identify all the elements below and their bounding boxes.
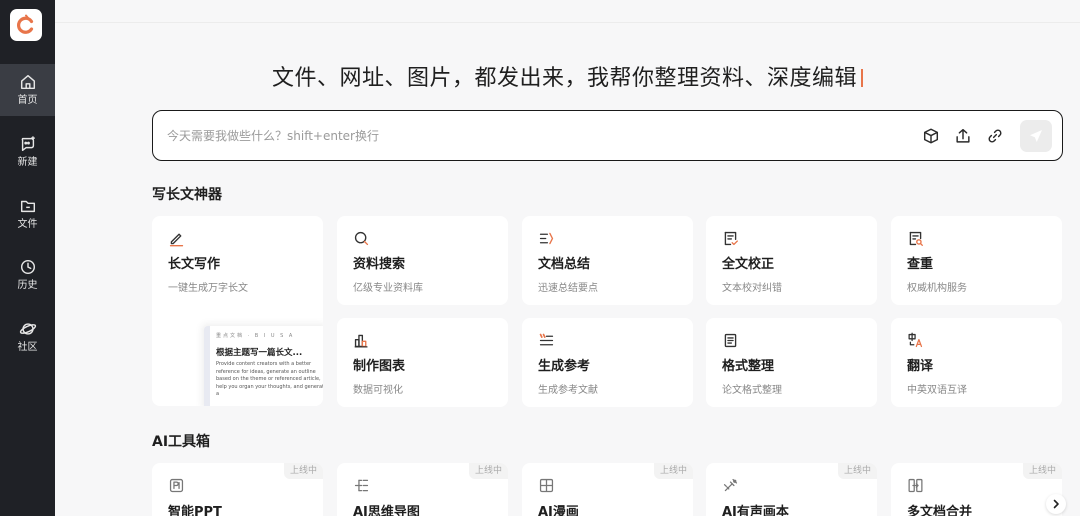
- app-logo[interactable]: [10, 9, 42, 41]
- send-button[interactable]: [1020, 120, 1052, 152]
- card-title: AI思维导图: [353, 505, 420, 516]
- card-doc-summary[interactable]: 文档总结 迅速总结要点: [522, 216, 693, 305]
- status-badge: 上线中: [837, 463, 877, 479]
- card-desc: 论文格式整理: [722, 385, 782, 396]
- tool-card-doc-merge[interactable]: 上线中 多文档合并: [891, 463, 1062, 516]
- card-title: 智能PPT: [168, 505, 222, 516]
- card-desc: 数据可视化: [353, 385, 403, 396]
- status-badge: 上线中: [468, 463, 508, 479]
- status-badge: 上线中: [653, 463, 693, 479]
- sidebar-item-new[interactable]: 新建: [0, 126, 55, 178]
- card-make-chart[interactable]: 制作图表 数据可视化: [337, 318, 508, 407]
- sidebar-item-label: 首页: [17, 95, 38, 106]
- sidebar-item-community[interactable]: 社区: [0, 311, 55, 363]
- card-translate[interactable]: 翻译 中英双语互译: [891, 318, 1062, 407]
- card-desc: 权威机构服务: [907, 283, 967, 294]
- writing-preview: 重点文档 · B I U S A 根据主题写一篇长文... Provide co…: [204, 326, 323, 406]
- status-badge: 上线中: [1022, 463, 1062, 479]
- card-title: 长文写作: [168, 257, 221, 272]
- plagiarism-check-icon: [909, 231, 923, 246]
- card-title: AI漫画: [538, 505, 579, 516]
- search-icon: [354, 231, 369, 246]
- planet-icon: [19, 323, 36, 335]
- section-title-writing: 写长文神器: [152, 187, 222, 203]
- page-headline: 文件、网址、图片，都发出来，我帮你整理资料、深度编辑: [55, 60, 1080, 92]
- format-icon: [724, 333, 737, 348]
- mindmap-icon: [354, 479, 369, 492]
- card-gen-reference[interactable]: 生成参考 生成参考文献: [522, 318, 693, 407]
- card-desc: 一键生成万字长文: [168, 283, 248, 294]
- tool-card-smart-ppt[interactable]: 上线中 智能PPT: [152, 463, 323, 516]
- folder-icon: [20, 200, 35, 213]
- sidebar-item-history[interactable]: 历史: [0, 249, 55, 301]
- card-title: 全文校正: [722, 257, 775, 272]
- reference-icon: [539, 333, 554, 346]
- tool-card-ai-comic[interactable]: 上线中 AI漫画: [522, 463, 693, 516]
- sidebar-item-label: 文件: [17, 219, 38, 230]
- card-desc: 亿级专业资料库: [353, 283, 423, 294]
- cube-icon[interactable]: [922, 127, 940, 145]
- sidebar-item-label: 新建: [17, 157, 38, 168]
- chevron-right-icon: [1053, 499, 1059, 509]
- link-icon[interactable]: [986, 127, 1004, 145]
- card-desc: 生成参考文献: [538, 385, 598, 396]
- home-icon: [20, 74, 35, 90]
- card-title: 资料搜索: [353, 257, 406, 272]
- card-desc: 迅速总结要点: [538, 283, 598, 294]
- card-format-tidy[interactable]: 格式整理 论文格式整理: [706, 318, 877, 407]
- card-title: 多文档合并: [907, 505, 973, 516]
- sidebar: 首页 新建 文件 历史 社区: [0, 0, 55, 516]
- scroll-right-button[interactable]: [1046, 494, 1066, 514]
- send-icon: [1030, 130, 1042, 142]
- preview-toolbar: 重点文档 · B I U S A: [216, 333, 295, 339]
- tool-card-audiobook[interactable]: 上线中 AI有声画本: [706, 463, 877, 516]
- clock-icon: [20, 259, 35, 275]
- proofread-icon: [724, 231, 738, 246]
- card-title: AI有声画本: [722, 505, 789, 516]
- card-title: 查重: [907, 257, 934, 272]
- card-material-search[interactable]: 资料搜索 亿级专业资料库: [337, 216, 508, 305]
- ppt-icon: [169, 478, 184, 493]
- comic-icon: [539, 478, 554, 493]
- card-title: 格式整理: [722, 359, 775, 374]
- sidebar-item-home[interactable]: 首页: [0, 64, 55, 116]
- card-title: 文档总结: [538, 257, 591, 272]
- prompt-box: [152, 110, 1063, 161]
- sidebar-item-files[interactable]: 文件: [0, 188, 55, 240]
- chart-icon: [354, 334, 368, 348]
- status-badge: 上线中: [283, 463, 323, 479]
- card-full-proofread[interactable]: 全文校正 文本校对纠错: [706, 216, 877, 305]
- audiobook-icon: [723, 478, 738, 492]
- prompt-input[interactable]: [167, 125, 867, 147]
- card-desc: 文本校对纠错: [722, 283, 782, 294]
- card-plagiarism-check[interactable]: 查重 权威机构服务: [891, 216, 1062, 305]
- card-title: 翻译: [907, 359, 934, 374]
- preview-title: 根据主题写一篇长文...: [216, 348, 303, 358]
- headline-text: 文件、网址、图片，都发出来，我帮你整理资料、深度编辑: [271, 66, 857, 91]
- tool-card-mindmap[interactable]: 上线中 AI思维导图: [337, 463, 508, 516]
- upload-icon[interactable]: [954, 127, 972, 145]
- header-divider: [55, 22, 1080, 23]
- card-long-writing[interactable]: 长文写作 一键生成万字长文 重点文档 · B I U S A 根据主题写一篇长文…: [152, 216, 323, 406]
- pen-icon: [169, 233, 184, 247]
- logo-c-icon: [17, 14, 34, 34]
- typing-caret: [861, 69, 863, 87]
- summary-icon: [539, 232, 554, 245]
- preview-body: Provide content creators with a better r…: [216, 361, 323, 397]
- section-title-toolbox: AI工具箱: [152, 434, 211, 450]
- merge-icon: [908, 478, 923, 493]
- sidebar-item-label: 社区: [17, 342, 38, 353]
- card-title: 制作图表: [353, 359, 406, 374]
- card-title: 生成参考: [538, 359, 591, 374]
- new-chat-icon: [21, 136, 35, 152]
- sidebar-item-label: 历史: [17, 280, 38, 291]
- card-desc: 中英双语互译: [907, 385, 967, 396]
- translate-icon: [908, 332, 923, 348]
